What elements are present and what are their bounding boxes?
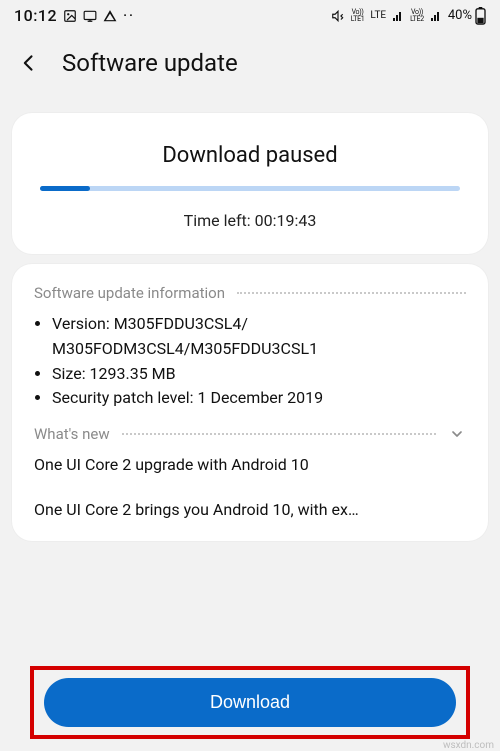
download-button-region: Download xyxy=(0,666,500,739)
update-info-card: Software update information Version: M30… xyxy=(12,264,488,541)
whatsnew-section-label: What's new xyxy=(34,425,110,443)
version-item: Version: M305FDDU3CSL4/ M305FODM3CSL4/M3… xyxy=(52,312,466,362)
highlight-annotation: Download xyxy=(30,666,470,739)
time-left-label: Time left: 00:19:43 xyxy=(32,211,468,230)
size-item: Size: 1293.35 MB xyxy=(52,362,466,387)
whatsnew-line2: One UI Core 2 brings you Android 10, wit… xyxy=(34,498,466,523)
warning-icon xyxy=(103,9,117,23)
battery-percent: 40% xyxy=(448,8,472,23)
update-info-list: Version: M305FDDU3CSL4/ M305FODM3CSL4/M3… xyxy=(34,312,466,411)
whatsnew-expand-button[interactable] xyxy=(448,425,466,443)
image-icon xyxy=(63,9,77,23)
patch-item: Security patch level: 1 December 2019 xyxy=(52,386,466,411)
download-status-heading: Download paused xyxy=(32,143,468,168)
page-title: Software update xyxy=(62,49,238,77)
chevron-down-icon xyxy=(449,426,465,442)
signal2-icon xyxy=(430,10,442,22)
status-bar: 10:12 ·· Vo))LTE1 LTE Vo)) xyxy=(0,0,500,29)
volte1-indicator: Vo))LTE1 xyxy=(351,9,365,23)
lte-label: LTE xyxy=(370,10,386,21)
whatsnew-body: One UI Core 2 upgrade with Android 10 On… xyxy=(34,453,466,523)
battery-icon xyxy=(475,7,486,25)
more-dots: ·· xyxy=(123,8,135,24)
divider xyxy=(237,292,466,294)
info-section-label: Software update information xyxy=(34,284,225,302)
divider xyxy=(122,433,436,435)
watermark: wsxdn.com xyxy=(443,740,494,751)
clock: 10:12 xyxy=(14,6,57,25)
download-progress xyxy=(40,186,460,191)
download-progress-fill xyxy=(40,186,90,191)
mute-icon xyxy=(331,9,345,23)
app-bar: Software update xyxy=(0,29,500,113)
volte2-indicator: Vo))LTE2 xyxy=(410,9,424,23)
display-icon xyxy=(83,9,97,23)
download-button[interactable]: Download xyxy=(44,678,456,727)
back-button[interactable] xyxy=(18,52,40,74)
signal1-icon xyxy=(392,10,404,22)
whatsnew-line1: One UI Core 2 upgrade with Android 10 xyxy=(34,453,466,478)
download-status-card: Download paused Time left: 00:19:43 xyxy=(12,113,488,254)
